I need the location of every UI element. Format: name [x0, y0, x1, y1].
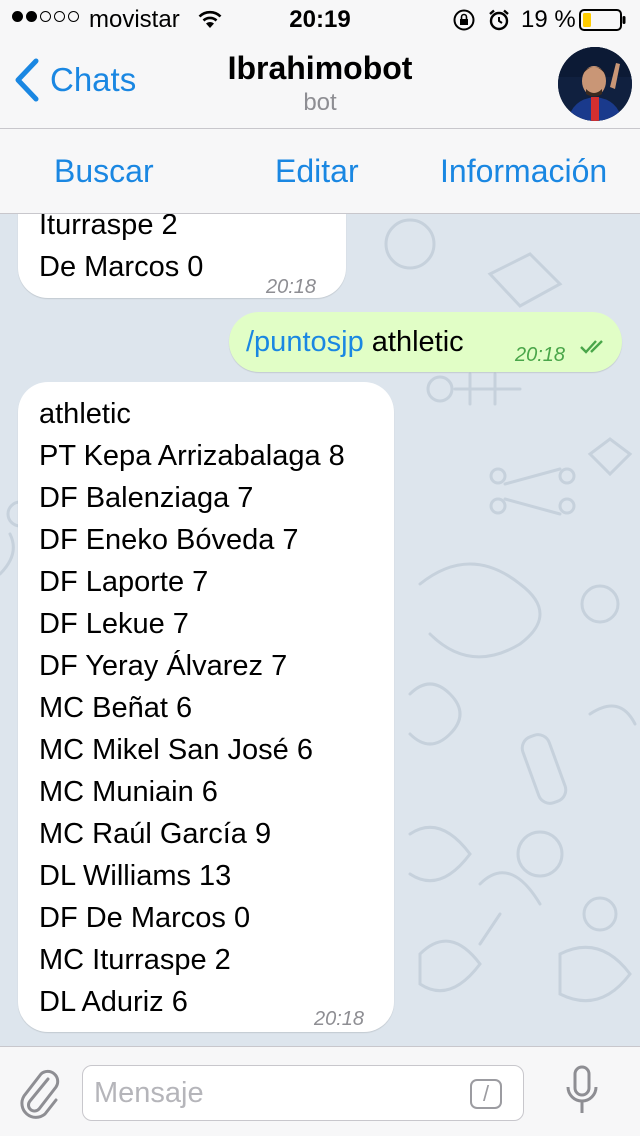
message-line: athletic [39, 398, 131, 430]
double-check-icon [580, 340, 603, 354]
message-input-bar: / [0, 1046, 640, 1136]
incoming-message[interactable]: Iturraspe 2 De Marcos 0 20:18 [18, 214, 346, 298]
message-line: PT Kepa Arrizabalaga 8 [39, 440, 345, 472]
chat-subtitle: bot [303, 89, 337, 116]
navigation-bar: Chats Ibrahimobot bot [0, 40, 640, 128]
alarm-icon [489, 9, 509, 31]
command-link[interactable]: /puntosjp [246, 326, 364, 358]
bot-avatar[interactable] [558, 47, 632, 121]
message-time: 20:18 [314, 1008, 365, 1030]
message-line: DF Laporte 7 [39, 566, 209, 598]
rotation-lock-icon [453, 9, 475, 31]
message-line: MC Iturraspe 2 [39, 944, 231, 976]
message-line: DF Balenziaga 7 [39, 482, 254, 514]
chat-title: Ibrahimobot [227, 50, 413, 86]
message-list[interactable]: Iturraspe 2 De Marcos 0 20:18 /puntosjp … [0, 214, 640, 1046]
slash-command-button[interactable]: / [470, 1079, 502, 1109]
info-button[interactable]: Información [440, 153, 607, 190]
outgoing-message[interactable]: /puntosjp athletic 20:18 [229, 312, 622, 372]
message-time: 20:18 [266, 276, 317, 298]
incoming-message[interactable]: athletic PT Kepa Arrizabalaga 8 DF Balen… [18, 382, 394, 1032]
message-line: MC Raúl García 9 [39, 818, 272, 850]
message-input[interactable] [82, 1065, 524, 1121]
microphone-icon[interactable] [564, 1065, 600, 1117]
search-button[interactable]: Buscar [54, 153, 154, 190]
chat-title-block[interactable]: Ibrahimobot bot [0, 50, 640, 117]
paperclip-icon[interactable] [18, 1065, 62, 1119]
status-bar: movistar 20:19 19 % [0, 0, 640, 40]
message-line: DF De Marcos 0 [39, 902, 251, 934]
message-line: Iturraspe 2 [39, 214, 178, 241]
message-line: DF Lekue 7 [39, 608, 189, 640]
message-line: MC Mikel San José 6 [39, 734, 313, 766]
message-line: DF Yeray Álvarez 7 [39, 650, 288, 682]
battery-icon [579, 9, 626, 31]
message-line: MC Muniain 6 [39, 776, 218, 808]
battery-percentage: 19 % [521, 6, 576, 33]
message-line: MC Beñat 6 [39, 692, 193, 724]
command-argument: athletic [363, 326, 464, 358]
edit-button[interactable]: Editar [275, 153, 359, 190]
message-line: DL Williams 13 [39, 860, 232, 892]
chat-action-bar: Buscar Editar Información [0, 128, 640, 214]
avatar-image [558, 47, 632, 121]
message-line: DF Eneko Bóveda 7 [39, 524, 299, 556]
message-time: 20:18 [515, 344, 566, 366]
